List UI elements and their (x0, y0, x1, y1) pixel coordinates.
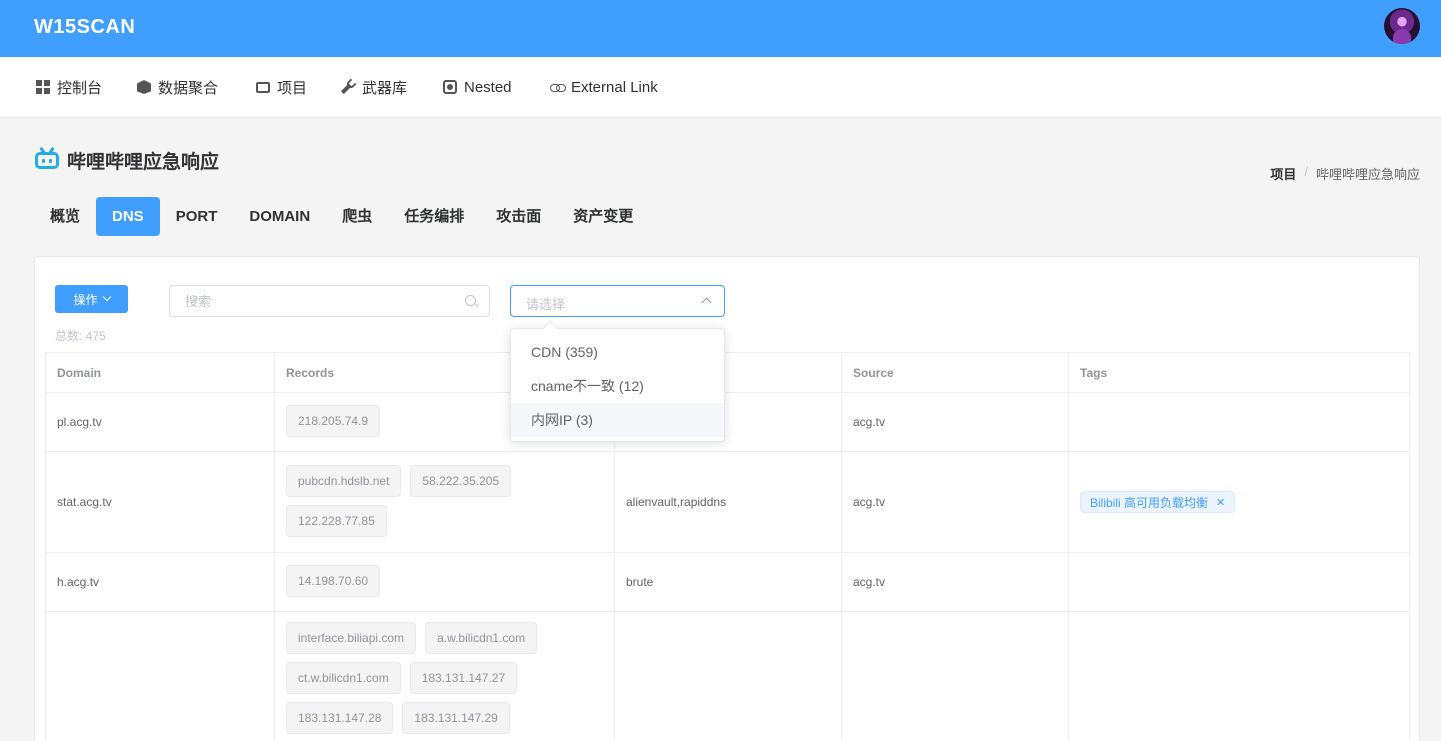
chevron-up-icon (701, 297, 712, 308)
nav-label: 控制台 (57, 79, 103, 97)
method-cell (614, 611, 842, 741)
record-tag: interface.biliapi.com (286, 622, 417, 654)
nav-item-projects[interactable]: 项目 (256, 77, 307, 97)
dns-table: Domain Records Method Source Tags pl.acg… (45, 352, 1410, 741)
close-icon[interactable]: ✕ (1216, 496, 1225, 509)
bilibili-tv-icon (35, 146, 59, 169)
records-cell: 14.198.70.60 (274, 552, 615, 612)
folder-icon (256, 82, 270, 93)
breadcrumb-separator: / (1304, 164, 1308, 179)
table-row: pl.acg.tv 218.205.74.9 acg.tv (45, 392, 1410, 452)
record-tag: 183.131.147.27 (409, 662, 518, 694)
page-title: 哔哩哔哩应急响应 (67, 152, 220, 173)
records-cell: pubcdn.hdslb.net 58.222.35.205 122.228.7… (274, 451, 615, 553)
breadcrumb-projects[interactable]: 项目 (1270, 164, 1296, 183)
select-dropdown-menu: CDN (359) cname不一致 (12) 内网IP (3) (510, 328, 725, 442)
link-icon (550, 80, 566, 94)
tab-dns[interactable]: DNS (96, 197, 160, 236)
tags-cell (1068, 611, 1410, 741)
nav-item-arsenal[interactable]: 武器库 (341, 77, 407, 97)
main-nav: 控制台 数据聚合 项目 武器库 Nested External Link (0, 57, 1441, 118)
asset-tag-label: Bilibili 高可用负载均衡 (1090, 495, 1209, 510)
domain-cell: h.acg.tv (45, 552, 275, 612)
nav-item-external-link[interactable]: External Link (550, 77, 658, 97)
record-tag: 122.228.77.85 (286, 505, 387, 537)
table-row: interface.biliapi.com a.w.bilicdn1.com c… (45, 611, 1410, 741)
source-cell: acg.tv (841, 552, 1069, 612)
table-header-row: Domain Records Method Source Tags (45, 352, 1410, 393)
source-cell: acg.tv (841, 451, 1069, 553)
tags-cell (1068, 552, 1410, 612)
method-cell: brute (614, 552, 842, 612)
wrench-icon (338, 77, 358, 97)
tab-attack-surface[interactable]: 攻击面 (480, 197, 557, 236)
column-header-tags: Tags (1068, 352, 1410, 393)
nav-item-dashboard[interactable]: 控制台 (36, 77, 102, 97)
project-tabs: 概览 DNS PORT DOMAIN 爬虫 任务编排 攻击面 资产变更 (34, 197, 649, 236)
dashboard-icon (36, 80, 50, 94)
nav-item-data-aggregation[interactable]: 数据聚合 (137, 77, 218, 97)
record-tag: pubcdn.hdslb.net (286, 465, 402, 497)
select-option-cdn[interactable]: CDN (359) (511, 335, 724, 369)
nav-label: 数据聚合 (158, 79, 219, 97)
record-tag: 218.205.74.9 (286, 405, 381, 437)
tags-cell: Bilibili 高可用负载均衡 ✕ (1068, 451, 1410, 553)
column-header-domain: Domain (45, 352, 275, 393)
tab-domain[interactable]: DOMAIN (233, 197, 326, 236)
method-cell: alienvault,rapiddns (614, 451, 842, 553)
search-input[interactable] (185, 286, 465, 316)
record-tag: ct.w.bilicdn1.com (286, 662, 401, 694)
table-row: stat.acg.tv pubcdn.hdslb.net 58.222.35.2… (45, 451, 1410, 553)
source-cell: acg.tv (841, 392, 1069, 452)
nav-label: 项目 (277, 79, 308, 97)
select-placeholder: 请选择 (526, 297, 566, 312)
tab-task-orchestration[interactable]: 任务编排 (388, 197, 480, 236)
domain-cell (45, 611, 275, 741)
nav-item-nested[interactable]: Nested (443, 77, 512, 97)
source-cell (841, 611, 1069, 741)
tab-port[interactable]: PORT (160, 197, 234, 236)
column-header-source: Source (841, 352, 1069, 393)
search-box (169, 285, 490, 317)
tab-overview[interactable]: 概览 (34, 197, 96, 236)
tab-crawler[interactable]: 爬虫 (326, 197, 388, 236)
asset-tag: Bilibili 高可用负载均衡 ✕ (1080, 491, 1236, 513)
tags-cell (1068, 392, 1410, 452)
user-avatar[interactable] (1384, 8, 1420, 44)
nav-label: Nested (464, 78, 512, 96)
action-label: 操作 (73, 292, 98, 307)
cube-icon (137, 80, 151, 94)
record-tag: 14.198.70.60 (286, 565, 381, 597)
nav-label: External Link (571, 78, 658, 96)
nested-icon (443, 80, 457, 94)
tag-filter-select[interactable]: 请选择 (510, 285, 725, 317)
chevron-down-icon (102, 292, 111, 302)
tab-asset-changes[interactable]: 资产变更 (557, 197, 649, 236)
breadcrumb: 项目 / 哔哩哔哩应急响应 (1270, 164, 1420, 183)
record-tag: a.w.bilicdn1.com (425, 622, 538, 654)
domain-cell: pl.acg.tv (45, 392, 275, 452)
records-cell: interface.biliapi.com a.w.bilicdn1.com c… (274, 611, 615, 741)
total-count: 总数: 475 (55, 329, 106, 343)
select-option-cname-mismatch[interactable]: cname不一致 (12) (511, 369, 724, 403)
action-dropdown-button[interactable]: 操作 (55, 285, 128, 313)
domain-cell: stat.acg.tv (45, 451, 275, 553)
search-icon[interactable] (465, 295, 476, 306)
record-tag: 183.131.147.28 (286, 702, 394, 734)
record-tag: 58.222.35.205 (410, 465, 512, 497)
app-title[interactable]: W15SCAN (34, 16, 135, 39)
top-bar: W15SCAN (0, 0, 1441, 57)
select-option-intranet-ip[interactable]: 内网IP (3) (511, 403, 724, 437)
table-row: h.acg.tv 14.198.70.60 brute acg.tv (45, 552, 1410, 612)
breadcrumb-current: 哔哩哔哩应急响应 (1315, 167, 1420, 182)
record-tag: 183.131.147.29 (402, 702, 510, 734)
nav-label: 武器库 (362, 79, 408, 97)
